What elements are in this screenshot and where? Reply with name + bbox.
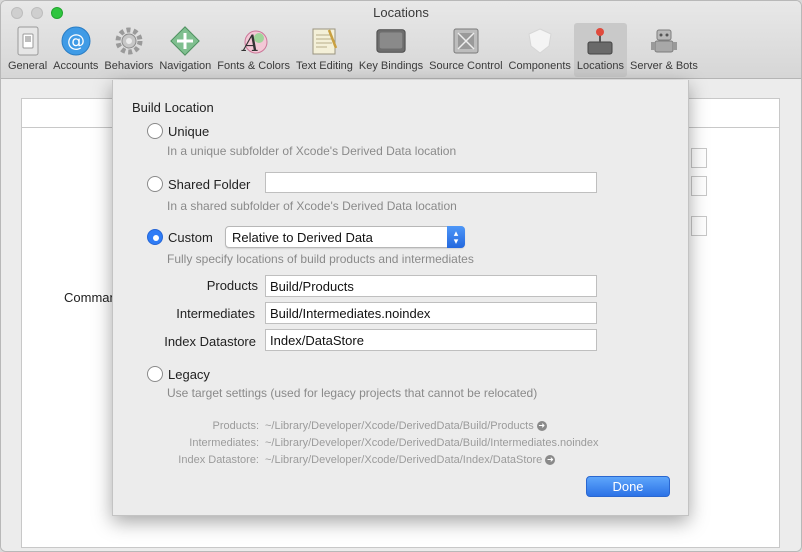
shield-icon	[524, 25, 556, 57]
tab-server-bots[interactable]: Server & Bots	[627, 23, 701, 77]
products-input[interactable]: Build/Products	[265, 275, 597, 297]
index-datastore-path-label: Index Datastore:	[178, 454, 259, 466]
intermediates-path-value: ~/Library/Developer/Xcode/DerivedData/Bu…	[265, 437, 599, 449]
tab-components-label: Components	[508, 60, 571, 72]
preferences-window: Locations General @ Accounts Behaviors N…	[0, 0, 802, 552]
at-sign-icon: @	[60, 25, 92, 57]
custom-option[interactable]: Custom	[147, 229, 213, 245]
tab-accounts-label: Accounts	[53, 60, 99, 72]
tab-key-bindings[interactable]: Key Bindings	[356, 23, 426, 77]
key-icon	[375, 25, 407, 57]
tab-navigation-label: Navigation	[159, 60, 212, 72]
products-path-value: ~/Library/Developer/Xcode/DerivedData/Bu…	[265, 420, 534, 432]
arrows-icon	[169, 25, 201, 57]
tab-text-editing-label: Text Editing	[296, 60, 353, 72]
products-label: Products	[206, 278, 258, 293]
custom-radio[interactable]	[147, 229, 163, 245]
index-datastore-input[interactable]: Index/DataStore	[265, 329, 597, 351]
tab-source-control-label: Source Control	[429, 60, 503, 72]
unique-label: Unique	[168, 123, 210, 139]
shared-folder-hint: In a shared subfolder of Xcode's Derived…	[167, 199, 457, 213]
joystick-icon	[584, 25, 616, 57]
background-button	[691, 176, 707, 196]
tab-behaviors-label: Behaviors	[104, 60, 154, 72]
legacy-radio[interactable]	[147, 366, 163, 382]
preferences-toolbar: General @ Accounts Behaviors Navigation	[5, 23, 801, 77]
tab-behaviors[interactable]: Behaviors	[101, 23, 156, 77]
tab-server-bots-label: Server & Bots	[629, 60, 698, 72]
tab-accounts[interactable]: @ Accounts	[50, 23, 101, 77]
legacy-option[interactable]: Legacy	[147, 366, 210, 382]
index-datastore-path-row: Index Datastore: ~/Library/Developer/Xco…	[113, 454, 556, 466]
tab-locations-label: Locations	[576, 60, 624, 72]
tab-fonts-colors-label: Fonts & Colors	[217, 60, 291, 72]
build-location-sheet: Build Location Unique In a unique subfol…	[112, 80, 689, 516]
shared-folder-option[interactable]: Shared Folder	[147, 176, 250, 192]
reveal-arrow-icon[interactable]: ➜	[536, 421, 547, 431]
unique-hint: In a unique subfolder of Xcode's Derived…	[167, 144, 457, 158]
sheet-title: Build Location	[132, 100, 214, 115]
custom-location-popup[interactable]: Relative to Derived Data ▴ ▾	[225, 226, 465, 248]
tab-general-label: General	[8, 60, 48, 72]
intermediates-input[interactable]: Build/Intermediates.noindex	[265, 302, 597, 324]
background-field	[691, 148, 707, 168]
shared-folder-input[interactable]	[265, 172, 597, 193]
shared-folder-label: Shared Folder	[168, 176, 251, 192]
source-control-icon	[450, 25, 482, 57]
custom-label: Custom	[168, 229, 213, 245]
tab-general[interactable]: General	[5, 23, 50, 77]
custom-location-popup-value: Relative to Derived Data	[232, 230, 373, 245]
products-path-label: Products:	[212, 420, 259, 432]
tab-components[interactable]: Components	[506, 23, 574, 77]
svg-text:@: @	[67, 31, 85, 52]
tab-text-editing[interactable]: Text Editing	[293, 23, 356, 77]
reveal-arrow-icon[interactable]: ➜	[545, 455, 556, 465]
switch-icon	[12, 25, 44, 57]
custom-hint: Fully specify locations of build product…	[167, 252, 474, 266]
unique-option[interactable]: Unique	[147, 123, 209, 139]
done-button[interactable]: Done	[586, 476, 670, 497]
index-datastore-label: Index Datastore	[164, 334, 256, 349]
products-path-row: Products: ~/Library/Developer/Xcode/Deri…	[113, 420, 547, 432]
notepad-icon	[308, 25, 340, 57]
robot-icon	[648, 25, 680, 57]
window-title: Locations	[373, 5, 429, 20]
legacy-label: Legacy	[168, 366, 210, 382]
tab-navigation[interactable]: Navigation	[156, 23, 214, 77]
tab-source-control[interactable]: Source Control	[426, 23, 505, 77]
tab-key-bindings-label: Key Bindings	[358, 60, 424, 72]
background-field	[691, 216, 707, 236]
intermediates-path-label: Intermediates:	[189, 437, 259, 449]
index-datastore-path-value: ~/Library/Developer/Xcode/DerivedData/In…	[265, 454, 543, 466]
intermediates-path-row: Intermediates: ~/Library/Developer/Xcode…	[113, 437, 599, 449]
command-line-tools-label: Comman	[64, 290, 117, 305]
svg-text:A: A	[241, 32, 259, 56]
gear-icon	[113, 25, 145, 57]
shared-folder-radio[interactable]	[147, 176, 163, 192]
intermediates-label: Intermediates	[176, 306, 255, 321]
tab-locations[interactable]: Locations	[573, 23, 627, 77]
legacy-hint: Use target settings (used for legacy pro…	[167, 386, 538, 400]
tab-fonts-colors[interactable]: A Fonts & Colors	[214, 23, 293, 77]
font-icon: A	[238, 25, 270, 57]
chevron-up-down-icon: ▴ ▾	[447, 226, 465, 248]
titlebar: Locations General @ Accounts Behaviors N…	[1, 1, 801, 79]
unique-radio[interactable]	[147, 123, 163, 139]
